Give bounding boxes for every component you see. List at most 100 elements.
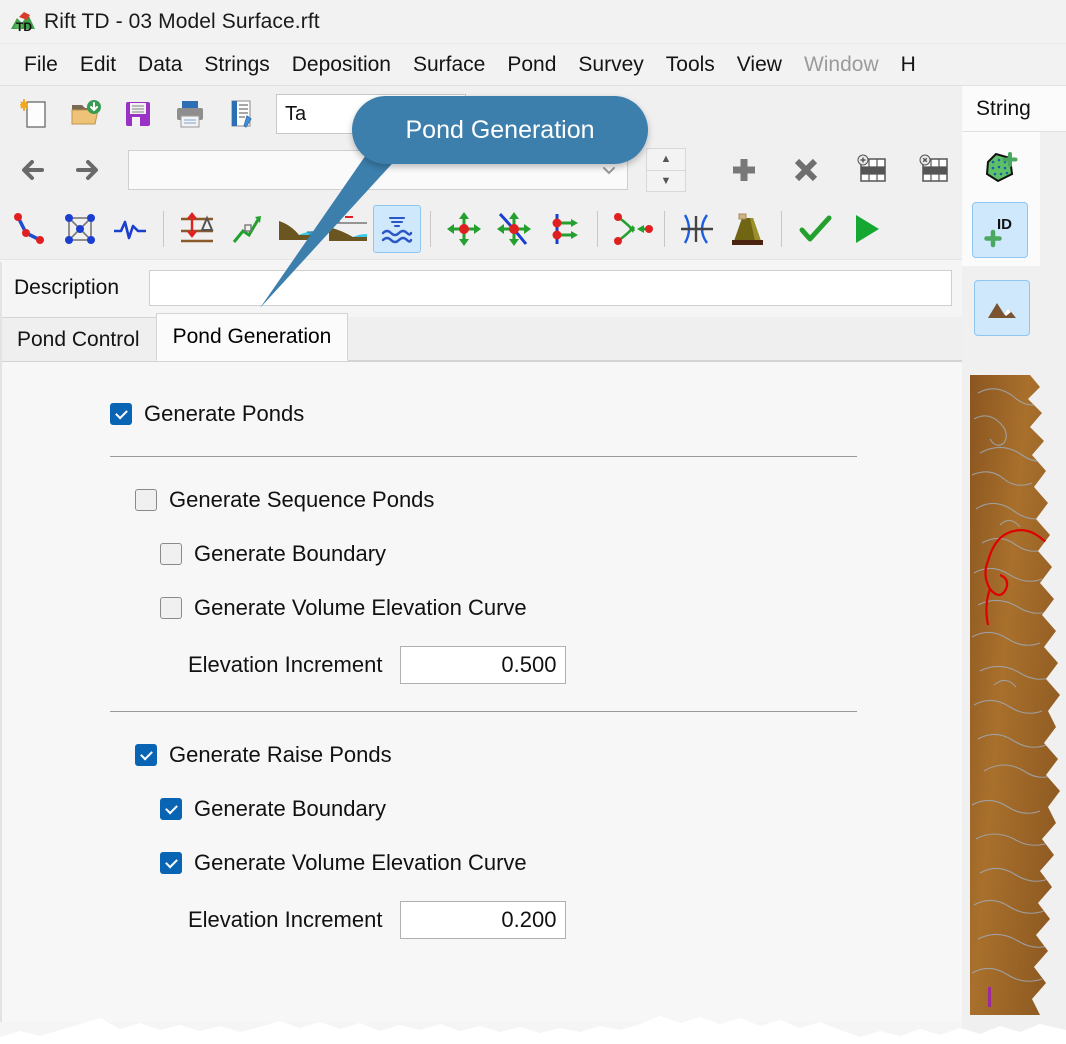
generate-raise-ponds-checkbox[interactable]	[135, 744, 157, 766]
move-curve-icon[interactable]	[490, 205, 538, 253]
right-panel-tab-label: String	[976, 96, 1031, 120]
menu-deposition[interactable]: Deposition	[281, 51, 402, 79]
sequence-elevation-increment-input[interactable]	[400, 646, 567, 684]
delete-x-icon[interactable]	[782, 146, 830, 194]
raise-elevation-increment-row: Elevation Increment	[0, 890, 962, 950]
add-row-table-icon[interactable]	[848, 146, 896, 194]
add-polygon-icon[interactable]	[972, 140, 1028, 196]
menu-help[interactable]: H	[890, 51, 927, 79]
divider-middle	[110, 711, 857, 712]
stepper-up-icon[interactable]: ▲	[647, 149, 685, 171]
right-panel-toolbar: ID	[962, 132, 1040, 266]
raise-generate-boundary-row[interactable]: Generate Boundary	[0, 782, 962, 836]
chevron-down-icon	[603, 167, 615, 175]
stepper-down-icon[interactable]: ▼	[647, 171, 685, 192]
sequence-volume-elevation-curve-checkbox[interactable]	[160, 597, 182, 619]
toolbar-separator	[163, 210, 164, 247]
description-label: Description	[14, 276, 120, 299]
description-row: Description	[0, 262, 962, 314]
pond-generation-icon[interactable]	[373, 204, 421, 253]
tab-pond-control[interactable]: Pond Control	[0, 317, 157, 361]
generate-raise-ponds-label: Generate Raise Ponds	[169, 742, 392, 767]
merge-points-icon[interactable]	[607, 205, 655, 253]
generate-raise-ponds-row[interactable]: Generate Raise Ponds	[0, 728, 962, 782]
sequence-generate-boundary-checkbox[interactable]	[160, 543, 182, 565]
menu-pond[interactable]: Pond	[496, 51, 567, 79]
svg-text:ID: ID	[997, 216, 1012, 233]
generate-ponds-row[interactable]: Generate Ponds	[0, 388, 962, 440]
elevation-delta-icon[interactable]	[173, 205, 221, 253]
polyline-icon[interactable]	[6, 205, 54, 253]
toolbar-separator-4	[664, 210, 665, 247]
menu-file[interactable]: File	[13, 51, 69, 79]
terrain-map-view[interactable]	[970, 375, 1066, 1015]
app-terrain-td-icon: TD	[8, 7, 38, 37]
right-panel-tab-string[interactable]: String	[962, 86, 1066, 132]
svg-text:TD: TD	[16, 20, 32, 34]
sequence-generate-boundary-row[interactable]: Generate Boundary	[0, 527, 962, 581]
add-plus-icon[interactable]	[720, 146, 768, 194]
add-id-icon[interactable]: ID	[972, 202, 1028, 258]
menu-data[interactable]: Data	[127, 51, 193, 79]
save-floppy-icon[interactable]	[114, 90, 162, 138]
raise-elevation-increment-label: Elevation Increment	[188, 907, 383, 932]
raise-volume-elevation-curve-row[interactable]: Generate Volume Elevation Curve	[0, 836, 962, 890]
menu-bar: File Edit Data Strings Deposition Surfac…	[0, 44, 1066, 86]
intersect-icon[interactable]	[674, 205, 722, 253]
panel-left-edge	[0, 262, 2, 1022]
menu-view[interactable]: View	[726, 51, 793, 79]
tab-strip: Pond Control Pond Generation	[0, 313, 962, 362]
edit-document-icon[interactable]	[218, 90, 266, 138]
waveform-icon[interactable]	[106, 205, 154, 253]
raise-generate-boundary-checkbox[interactable]	[160, 798, 182, 820]
generate-sequence-ponds-row[interactable]: Generate Sequence Ponds	[0, 473, 962, 527]
pond-generation-panel: Generate Ponds Generate Sequence Ponds G…	[0, 362, 962, 1022]
node-graph-icon[interactable]	[56, 205, 104, 253]
apply-check-icon[interactable]	[791, 205, 839, 253]
terrain-contour-map	[970, 375, 1060, 1015]
print-icon[interactable]	[166, 90, 214, 138]
generate-sequence-ponds-label: Generate Sequence Ponds	[169, 487, 435, 512]
description-input[interactable]	[149, 270, 952, 306]
terrain-mountain-icon[interactable]	[974, 280, 1030, 336]
embankment-icon[interactable]	[724, 205, 772, 253]
move-point-icon[interactable]	[440, 205, 488, 253]
menu-survey[interactable]: Survey	[567, 51, 654, 79]
application-window: TD Rift TD - 03 Model Surface.rft File E…	[0, 0, 1066, 1044]
callout-text: Pond Generation	[405, 115, 595, 144]
sequence-volume-elevation-curve-row[interactable]: Generate Volume Elevation Curve	[0, 581, 962, 635]
menu-edit[interactable]: Edit	[69, 51, 127, 79]
title-bar: TD Rift TD - 03 Model Surface.rft	[0, 0, 1066, 44]
pond-profile-icon[interactable]	[323, 205, 371, 253]
table-name-value: Ta	[285, 102, 307, 125]
sequence-elevation-increment-label: Elevation Increment	[188, 652, 383, 677]
back-arrow-icon[interactable]	[10, 146, 58, 194]
pond-section-icon[interactable]	[273, 205, 321, 253]
generate-ponds-checkbox[interactable]	[110, 403, 132, 425]
new-document-icon[interactable]	[10, 90, 58, 138]
offset-points-icon[interactable]	[540, 205, 588, 253]
toolbar-separator-2	[430, 210, 431, 247]
tab-filler	[347, 317, 962, 361]
menu-strings[interactable]: Strings	[193, 51, 280, 79]
raise-volume-elevation-curve-label: Generate Volume Elevation Curve	[194, 850, 527, 875]
run-play-icon[interactable]	[841, 205, 889, 253]
delete-row-table-icon[interactable]	[910, 146, 958, 194]
sequence-generate-boundary-label: Generate Boundary	[194, 541, 387, 566]
forward-arrow-icon[interactable]	[62, 146, 110, 194]
divider-top	[110, 456, 857, 457]
raise-volume-elevation-curve-checkbox[interactable]	[160, 852, 182, 874]
menu-tools[interactable]: Tools	[655, 51, 726, 79]
open-folder-icon[interactable]	[62, 90, 110, 138]
toolbar-separator-5	[781, 210, 782, 247]
slope-arrow-icon[interactable]	[223, 205, 271, 253]
generate-ponds-label: Generate Ponds	[144, 401, 305, 426]
sequence-volume-elevation-curve-label: Generate Volume Elevation Curve	[194, 595, 527, 620]
raise-elevation-increment-input[interactable]	[400, 901, 567, 939]
menu-surface[interactable]: Surface	[402, 51, 496, 79]
quantity-stepper[interactable]: ▲ ▼	[646, 148, 686, 192]
generate-sequence-ponds-checkbox[interactable]	[135, 489, 157, 511]
window-title: Rift TD - 03 Model Surface.rft	[44, 9, 320, 33]
toolbar-separator-3	[597, 210, 598, 247]
tab-pond-generation[interactable]: Pond Generation	[155, 313, 349, 361]
